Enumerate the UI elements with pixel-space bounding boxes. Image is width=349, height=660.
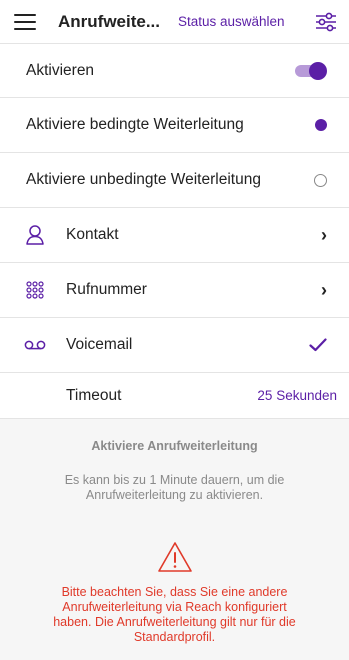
voicemail-label: Voicemail <box>66 336 133 353</box>
dialpad-icon <box>24 279 46 301</box>
warning-text: Bitte beachten Sie, dass Sie eine andere… <box>53 585 296 644</box>
contact-row[interactable]: Kontakt › <box>0 208 349 263</box>
activate-label: Aktivieren <box>26 61 95 79</box>
contact-label: Kontakt <box>66 226 119 243</box>
unconditional-forwarding-row[interactable]: Aktiviere unbedingte Weiterleitung <box>0 153 349 208</box>
activate-toggle[interactable] <box>295 61 327 80</box>
sliders-icon[interactable] <box>315 12 337 32</box>
hamburger-menu-icon[interactable] <box>14 13 36 30</box>
unconditional-forwarding-label: Aktiviere unbedingte Weiterleitung <box>26 171 261 188</box>
person-icon <box>24 224 46 246</box>
info-title: Aktiviere Anrufweiterleitung <box>91 439 258 453</box>
checkmark-icon <box>309 338 327 352</box>
timeout-label: Timeout <box>66 386 122 404</box>
number-row[interactable]: Rufnummer › <box>0 263 349 318</box>
voicemail-icon <box>24 334 46 356</box>
timeout-row[interactable]: Timeout 25 Sekunden <box>0 373 349 419</box>
conditional-forwarding-label: Aktiviere bedingte Weiterleitung <box>26 116 244 133</box>
activate-row[interactable]: Aktivieren <box>0 44 349 98</box>
conditional-forwarding-row[interactable]: Aktiviere bedingte Weiterleitung <box>0 98 349 153</box>
number-label: Rufnummer <box>66 281 147 298</box>
app-header: Anrufweite... Status auswählen <box>0 0 349 44</box>
page-title: Anrufweite... <box>58 11 161 31</box>
unconditional-forwarding-radio[interactable] <box>314 173 327 187</box>
status-select-button[interactable]: Status auswählen <box>178 14 285 29</box>
chevron-right-icon: › <box>321 279 327 300</box>
conditional-forwarding-radio[interactable] <box>315 119 327 131</box>
chevron-right-icon: › <box>321 224 327 245</box>
info-text: Es kann bis zu 1 Minute dauern, um die A… <box>64 473 285 502</box>
voicemail-row[interactable]: Voicemail <box>0 318 349 373</box>
warning-triangle-icon <box>157 542 192 572</box>
timeout-value[interactable]: 25 Sekunden <box>257 388 337 403</box>
info-section: Aktiviere Anrufweiterleitung Es kann bis… <box>0 439 349 645</box>
